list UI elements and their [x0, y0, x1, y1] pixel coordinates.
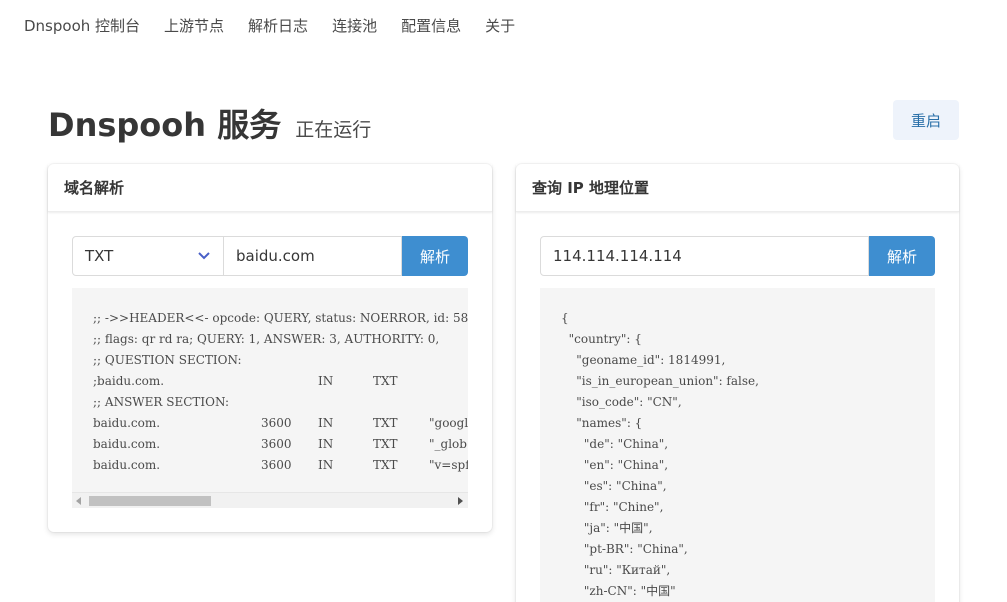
- json-result-line: {: [561, 311, 569, 325]
- nav-brand[interactable]: Dnspooh 控制台: [12, 0, 152, 52]
- dns-line-cell: ;baidu.com.: [93, 374, 165, 388]
- dns-line-cell: 3600: [261, 416, 292, 430]
- dns-line-cell: TXT: [373, 437, 398, 451]
- dns-card-header: 域名解析: [48, 164, 492, 212]
- dns-result-lines: ;; ->>HEADER<<- opcode: QUERY, status: N…: [93, 308, 468, 476]
- restart-button[interactable]: 重启: [893, 100, 959, 140]
- dns-line-cell: baidu.com.: [93, 458, 161, 472]
- dns-line-cell: IN: [318, 374, 334, 388]
- json-result-line: "fr": "Chine",: [561, 500, 664, 514]
- dns-line-cell: baidu.com.: [93, 416, 161, 430]
- json-result-line: "pt-BR": "China",: [561, 542, 688, 556]
- dns-card-title: 域名解析: [64, 179, 125, 197]
- dns-line-cell: "_glob: [429, 437, 467, 451]
- nav-resolve-log[interactable]: 解析日志: [236, 0, 320, 52]
- nav-connection-pool[interactable]: 连接池: [320, 0, 389, 52]
- scroll-right-icon[interactable]: [458, 497, 463, 505]
- dns-line-cell: TXT: [373, 458, 398, 472]
- dns-resolve-card: 域名解析 TXT baidu.com 解析 ;; ->>HEADER<<- op…: [48, 164, 492, 532]
- page-heading: Dnspooh 服务 正在运行: [48, 100, 371, 146]
- dns-line-cell: IN: [318, 437, 334, 451]
- dns-query-row: TXT baidu.com 解析: [72, 236, 468, 276]
- dns-line-text: ;; flags: qr rd ra; QUERY: 1, ANSWER: 3,…: [93, 332, 440, 346]
- dns-line-text: ;; ANSWER SECTION:: [93, 395, 230, 409]
- ip-result-output[interactable]: { "country": { "geoname_id": 1814991, "i…: [540, 288, 935, 602]
- dns-line-cell: TXT: [373, 416, 398, 430]
- dns-result-line: ;; ->>HEADER<<- opcode: QUERY, status: N…: [93, 308, 468, 329]
- dns-result-line: ;; flags: qr rd ra; QUERY: 1, ANSWER: 3,…: [93, 329, 468, 350]
- top-navbar: Dnspooh 控制台 上游节点 解析日志 连接池 配置信息 关于: [0, 0, 1007, 52]
- dns-line-cell: TXT: [373, 374, 398, 388]
- json-result-line: "geoname_id": 1814991,: [561, 353, 726, 367]
- scroll-left-icon[interactable]: [76, 497, 81, 505]
- json-result-line: "zh-CN": "中国": [561, 584, 676, 598]
- dns-resolve-button[interactable]: 解析: [402, 236, 468, 276]
- nav-upstream-nodes[interactable]: 上游节点: [152, 0, 236, 52]
- chevron-down-icon: [197, 249, 211, 263]
- dns-result-line: ;baidu.com. IN TXT: [93, 371, 468, 392]
- domain-input[interactable]: baidu.com: [224, 236, 402, 276]
- ip-query-row: 114.114.114.114 解析: [540, 236, 935, 276]
- dns-line-text: ;; QUESTION SECTION:: [93, 353, 242, 367]
- dns-line-text: ;; ->>HEADER<<- opcode: QUERY, status: N…: [93, 311, 468, 325]
- dns-line-cell: IN: [318, 458, 334, 472]
- service-status: 正在运行: [295, 119, 372, 141]
- dns-result-line: ;; QUESTION SECTION:: [93, 350, 468, 371]
- json-result-line: "es": "China",: [561, 479, 667, 493]
- json-result-line: "ja": "中国",: [561, 521, 653, 535]
- scrollbar-thumb[interactable]: [89, 496, 211, 506]
- dns-line-cell: 3600: [261, 437, 292, 451]
- json-result-line: "iso_code": "CN",: [561, 395, 682, 409]
- dns-result-line: baidu.com. 3600 IN TXT "v=spf: [93, 455, 468, 476]
- dns-result-line: baidu.com. 3600 IN TXT "_glob: [93, 434, 468, 455]
- dns-line-cell: "googl: [429, 416, 468, 430]
- dns-line-cell: 3600: [261, 458, 292, 472]
- json-result-line: "ru": "Китай",: [561, 563, 671, 577]
- ip-card-title: 查询 IP 地理位置: [532, 179, 650, 197]
- json-result-line: "en": "China",: [561, 458, 669, 472]
- dns-line-cell: "v=spf: [429, 458, 468, 472]
- nav-config-info[interactable]: 配置信息: [389, 0, 473, 52]
- ip-geo-card: 查询 IP 地理位置 114.114.114.114 解析 { "country…: [516, 164, 959, 602]
- json-result-line: "is_in_european_union": false,: [561, 374, 759, 388]
- json-result-line: "de": "China",: [561, 437, 669, 451]
- dns-result-line: ;; ANSWER SECTION:: [93, 392, 468, 413]
- page-title: Dnspooh 服务: [48, 106, 282, 144]
- dns-line-cell: baidu.com.: [93, 437, 161, 451]
- record-type-value: TXT: [85, 247, 114, 265]
- ip-resolve-button[interactable]: 解析: [869, 236, 935, 276]
- dns-line-cell: IN: [318, 416, 334, 430]
- dns-result-output[interactable]: ;; ->>HEADER<<- opcode: QUERY, status: N…: [72, 288, 468, 508]
- horizontal-scrollbar[interactable]: [72, 492, 468, 508]
- json-result-line: "country": {: [561, 332, 642, 346]
- ip-address-input[interactable]: 114.114.114.114: [540, 236, 869, 276]
- dns-result-line: baidu.com. 3600 IN TXT "googl: [93, 413, 468, 434]
- ip-result-lines: { "country": { "geoname_id": 1814991, "i…: [561, 308, 759, 602]
- record-type-select[interactable]: TXT: [72, 236, 224, 276]
- ip-card-header: 查询 IP 地理位置: [516, 164, 959, 212]
- json-result-line: "names": {: [561, 416, 643, 430]
- nav-about[interactable]: 关于: [473, 0, 527, 52]
